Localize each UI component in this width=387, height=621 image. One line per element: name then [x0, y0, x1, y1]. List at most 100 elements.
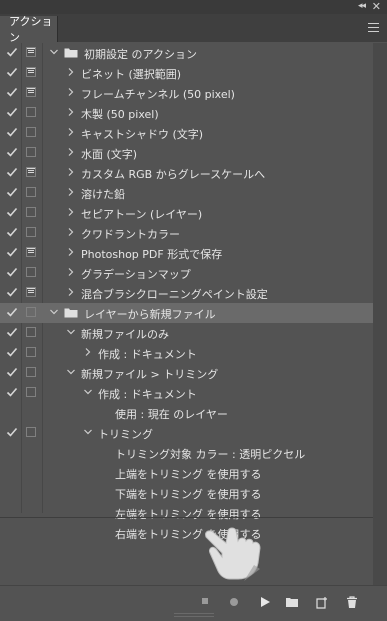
close-icon[interactable]: ✕ [372, 0, 381, 13]
action-row[interactable]: Photoshop PDF 形式で保存 [0, 243, 373, 263]
toggle-item-checkmark-icon[interactable] [6, 326, 18, 338]
dialog-toggle-icon[interactable] [26, 387, 36, 397]
action-row[interactable]: 使用 : 現在 のレイヤー [0, 403, 373, 423]
action-row[interactable]: 作成 : ドキュメント [0, 383, 373, 403]
chevron-right-icon[interactable] [67, 228, 75, 236]
dialog-toggle-icon[interactable] [26, 327, 36, 337]
chevron-down-icon[interactable] [67, 368, 75, 376]
play-icon[interactable] [259, 596, 271, 608]
action-row[interactable]: 上端をトリミング を使用する [0, 463, 373, 483]
action-row[interactable]: 下端をトリミング を使用する [0, 483, 373, 503]
action-row[interactable]: 新規ファイルのみ [0, 323, 373, 343]
trash-icon[interactable] [346, 596, 358, 609]
dialog-toggle-icon[interactable] [26, 127, 36, 137]
chevron-right-icon[interactable] [67, 168, 75, 176]
action-label: 上端をトリミング を使用する [115, 468, 262, 481]
action-label: セピアトーン (レイヤー) [81, 208, 203, 221]
chevron-right-icon[interactable] [67, 88, 75, 96]
action-row[interactable]: トリミング [0, 423, 373, 443]
toggle-item-checkmark-icon[interactable] [6, 366, 18, 378]
action-label: 水面 (文字) [81, 148, 138, 161]
dialog-toggle-icon[interactable] [26, 107, 36, 117]
action-label: 混合ブラシクローニングペイント設定 [81, 288, 268, 301]
dialog-toggle-icon[interactable] [26, 347, 36, 357]
action-row[interactable]: フレームチャンネル (50 pixel) [0, 83, 373, 103]
dialog-toggle-icon[interactable] [26, 187, 36, 197]
chevron-right-icon[interactable] [67, 268, 75, 276]
action-row[interactable]: トリミング対象 カラー : 透明ピクセル [0, 443, 373, 463]
action-row[interactable]: クワドラントカラー [0, 223, 373, 243]
actions-list: 初期設定 のアクション ビネット (選択範囲) フレームチャンネル (50 pixe… [0, 43, 373, 541]
new-action-icon[interactable] [316, 596, 328, 609]
chevron-down-icon[interactable] [50, 48, 58, 56]
dialog-toggle-icon[interactable] [26, 87, 36, 97]
dialog-toggle-icon[interactable] [26, 47, 36, 57]
dialog-toggle-icon[interactable] [26, 67, 36, 77]
action-row[interactable]: キャストシャドウ (文字) [0, 123, 373, 143]
toggle-item-checkmark-icon[interactable] [6, 426, 18, 438]
dialog-toggle-icon[interactable] [26, 267, 36, 277]
chevron-down-icon[interactable] [84, 388, 92, 396]
chevron-right-icon[interactable] [67, 248, 75, 256]
chevron-right-icon[interactable] [67, 288, 75, 296]
dialog-toggle-icon[interactable] [26, 227, 36, 237]
scrollbar[interactable] [373, 43, 387, 585]
stop-icon[interactable] [200, 596, 210, 606]
toggle-item-checkmark-icon[interactable] [6, 386, 18, 398]
chevron-right-icon[interactable] [67, 68, 75, 76]
action-set-row[interactable]: レイヤーから新規ファイル [0, 303, 373, 323]
toggle-item-checkmark-icon[interactable] [6, 66, 18, 78]
chevron-down-icon[interactable] [84, 428, 92, 436]
action-row[interactable]: 作成 : ドキュメント [0, 343, 373, 363]
collapse-panel-icon[interactable]: ◂◂ [358, 1, 366, 11]
toggle-item-checkmark-icon[interactable] [6, 146, 18, 158]
action-set-row[interactable]: 初期設定 のアクション [0, 43, 373, 63]
dialog-toggle-icon[interactable] [26, 167, 36, 177]
chevron-right-icon[interactable] [67, 148, 75, 156]
action-row[interactable]: ビネット (選択範囲) [0, 63, 373, 83]
action-row[interactable]: 新規ファイル > トリミング [0, 363, 373, 383]
action-row[interactable]: 混合ブラシクローニングペイント設定 [0, 283, 373, 303]
dialog-toggle-icon[interactable] [26, 147, 36, 157]
dialog-toggle-icon[interactable] [26, 367, 36, 377]
toggle-item-checkmark-icon[interactable] [6, 126, 18, 138]
panel-menu-icon[interactable] [368, 23, 379, 32]
resize-grip[interactable] [173, 613, 214, 617]
tab-actions[interactable]: アクション [0, 15, 58, 44]
chevron-right-icon[interactable] [67, 188, 75, 196]
chevron-right-icon[interactable] [67, 208, 75, 216]
action-row[interactable]: カスタム RGB からグレースケールへ [0, 163, 373, 183]
chevron-down-icon[interactable] [67, 328, 75, 336]
action-row[interactable]: 右端をトリミング を使用する [0, 523, 373, 543]
dialog-toggle-icon[interactable] [26, 307, 36, 317]
action-row[interactable]: 溶けた鉛 [0, 183, 373, 203]
toggle-item-checkmark-icon[interactable] [6, 286, 18, 298]
toggle-item-checkmark-icon[interactable] [6, 186, 18, 198]
dialog-toggle-icon[interactable] [26, 427, 36, 437]
toggle-item-checkmark-icon[interactable] [6, 226, 18, 238]
action-row[interactable]: セピアトーン (レイヤー) [0, 203, 373, 223]
dialog-toggle-icon[interactable] [26, 207, 36, 217]
toggle-item-checkmark-icon[interactable] [6, 266, 18, 278]
new-set-folder-icon[interactable] [285, 596, 299, 608]
toggle-item-checkmark-icon[interactable] [6, 46, 18, 58]
toggle-item-checkmark-icon[interactable] [6, 346, 18, 358]
toggle-item-checkmark-icon[interactable] [6, 246, 18, 258]
dialog-toggle-icon[interactable] [26, 287, 36, 297]
toggle-item-checkmark-icon[interactable] [6, 166, 18, 178]
toggle-item-checkmark-icon[interactable] [6, 86, 18, 98]
chevron-right-icon[interactable] [67, 128, 75, 136]
toggle-item-checkmark-icon[interactable] [6, 206, 18, 218]
action-row[interactable]: 木製 (50 pixel) [0, 103, 373, 123]
action-row[interactable]: 左端をトリミング を使用する [0, 503, 373, 523]
action-row[interactable]: グラデーションマップ [0, 263, 373, 283]
dialog-toggle-icon[interactable] [26, 247, 36, 257]
toggle-item-checkmark-icon[interactable] [6, 306, 18, 318]
chevron-down-icon[interactable] [50, 308, 58, 316]
action-row[interactable]: 水面 (文字) [0, 143, 373, 163]
pointing-hand-cursor-icon [205, 527, 261, 581]
chevron-right-icon[interactable] [84, 348, 92, 356]
chevron-right-icon[interactable] [67, 108, 75, 116]
record-icon[interactable] [228, 596, 240, 608]
toggle-item-checkmark-icon[interactable] [6, 106, 18, 118]
